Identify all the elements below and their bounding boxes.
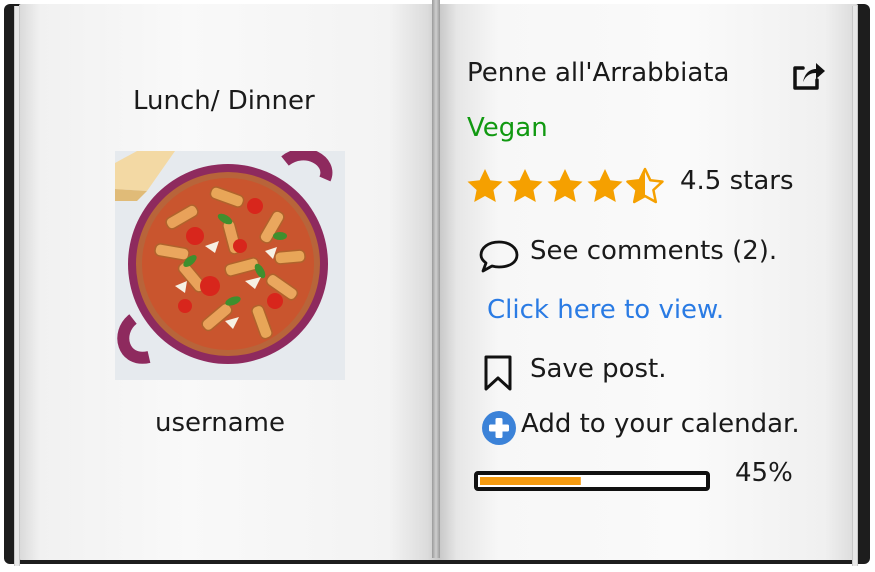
add-to-calendar-button[interactable]: Add to your calendar. [521, 409, 800, 439]
star-rating[interactable] [465, 167, 665, 207]
comments-link[interactable]: See comments (2). [530, 236, 777, 266]
plus-circle-icon[interactable] [481, 410, 517, 446]
bookmark-icon[interactable] [482, 354, 514, 392]
meal-type-label: Lunch/ Dinner [133, 86, 315, 116]
speech-bubble-icon[interactable] [478, 238, 520, 274]
star-half-icon[interactable] [626, 167, 664, 204]
right-page-edge [852, 6, 858, 566]
recipe-photo [115, 151, 345, 380]
progress-fill [480, 477, 581, 485]
rating-text: 4.5 stars [680, 166, 794, 196]
view-comments-link[interactable]: Click here to view. [487, 295, 724, 325]
book-spine [432, 0, 440, 558]
progress-bar [474, 471, 710, 491]
username-label[interactable]: username [155, 408, 285, 438]
left-page-edge [14, 6, 20, 566]
progress-percent: 45% [735, 458, 793, 488]
book-page-view: Lunch/ Dinner username Penne all'Arrabbi… [0, 0, 875, 572]
share-arrow-icon[interactable] [789, 58, 827, 94]
star-icon[interactable] [587, 169, 623, 202]
star-icon[interactable] [467, 169, 503, 202]
star-icon[interactable] [547, 169, 583, 202]
diet-tag: Vegan [467, 113, 548, 143]
star-icon[interactable] [507, 169, 543, 202]
save-post-button[interactable]: Save post. [530, 354, 667, 384]
recipe-title: Penne all'Arrabbiata [467, 58, 730, 88]
